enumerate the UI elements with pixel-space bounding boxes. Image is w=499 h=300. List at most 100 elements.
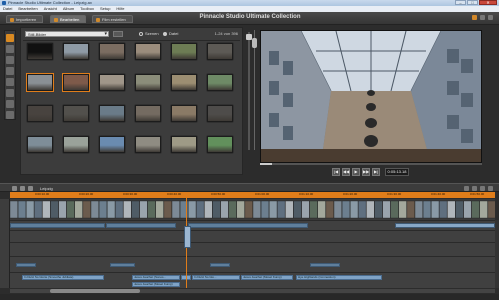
sound-effect-clip[interactable] xyxy=(210,263,230,267)
video-clip-frame[interactable] xyxy=(106,200,116,219)
video-clip-frame[interactable] xyxy=(26,200,35,219)
audio-track-header[interactable] xyxy=(0,230,10,242)
video-clip-frame[interactable] xyxy=(325,200,334,219)
video-clip-frame[interactable] xyxy=(431,200,440,219)
audio-toolbox-icon[interactable] xyxy=(480,186,485,191)
transitions-icon[interactable] xyxy=(6,45,14,53)
library-thumbnail[interactable] xyxy=(63,136,89,153)
video-clip-frame[interactable] xyxy=(228,200,237,219)
library-thumbnail[interactable] xyxy=(62,73,90,92)
still-images-icon[interactable] xyxy=(6,67,14,75)
video-clip-frame[interactable] xyxy=(358,200,367,219)
sound-effect-clip[interactable] xyxy=(110,263,135,267)
video-clip-frame[interactable] xyxy=(269,200,278,219)
music-clip[interactable]: In Dulci So Glorie (Smoothe Jubilate) xyxy=(22,275,104,280)
tab-edit[interactable]: Bearbeiten xyxy=(50,15,87,23)
library-thumbnail[interactable] xyxy=(27,105,53,122)
library-thumbnail[interactable] xyxy=(171,74,197,91)
video-clip-frame[interactable] xyxy=(90,200,100,219)
timeline-scrollbar[interactable] xyxy=(10,289,495,293)
video-toolbox-icon[interactable] xyxy=(488,186,493,191)
album-scrollbar[interactable] xyxy=(252,30,257,150)
video-clip-frame[interactable] xyxy=(487,200,496,219)
video-clip-frame[interactable] xyxy=(333,200,343,219)
library-thumbnail[interactable] xyxy=(207,136,233,153)
video-clip-frame[interactable] xyxy=(220,200,229,219)
library-thumbnail[interactable] xyxy=(26,73,54,92)
sound-effects-track-header[interactable] xyxy=(0,256,10,272)
video-clip-frame[interactable] xyxy=(82,200,91,219)
music-clip[interactable]: Hye Highlands (Connestion) xyxy=(296,275,382,280)
fullscreen-icon[interactable] xyxy=(488,15,493,20)
rewind-button[interactable]: ◀◀ xyxy=(342,168,350,176)
video-clip-frame[interactable] xyxy=(317,200,326,219)
video-clip-frame[interactable] xyxy=(50,200,59,219)
video-clip-frame[interactable] xyxy=(382,200,391,219)
library-thumbnail[interactable] xyxy=(171,136,197,153)
library-thumbnail[interactable] xyxy=(207,43,233,60)
tab-import[interactable]: Importieren xyxy=(6,15,44,23)
settings-icon[interactable] xyxy=(480,15,485,20)
library-thumbnail[interactable] xyxy=(171,105,197,122)
music-clip[interactable]: Jesus Jauchet (Mosel Kump) xyxy=(241,275,293,280)
timeline-view-icon[interactable] xyxy=(20,186,25,191)
library-thumbnail[interactable] xyxy=(171,43,197,60)
library-thumbnail[interactable] xyxy=(135,43,161,60)
video-clip-frame[interactable] xyxy=(212,200,221,219)
video-clip-frame[interactable] xyxy=(236,200,245,219)
overlay-track-header[interactable] xyxy=(0,242,10,256)
video-clip-frame[interactable] xyxy=(447,200,456,219)
video-clip-frame[interactable] xyxy=(196,200,205,219)
timecode-display[interactable]: 0:05:13.18 xyxy=(385,168,409,176)
storyboard-view-icon[interactable] xyxy=(12,186,17,191)
library-thumbnail[interactable] xyxy=(135,105,161,122)
folder-browse-button[interactable] xyxy=(113,31,123,37)
video-clip-frame[interactable] xyxy=(74,200,83,219)
folder-select[interactable]: Still-Bilder xyxy=(25,31,109,37)
library-thumbnail[interactable] xyxy=(27,43,53,60)
maximize-button[interactable]: □ xyxy=(467,0,478,5)
delete-icon[interactable] xyxy=(472,186,477,191)
disc-menus-icon[interactable] xyxy=(6,78,14,86)
video-clip-frame[interactable] xyxy=(34,200,43,219)
video-clip-frame[interactable] xyxy=(374,200,383,219)
video-clip-frame[interactable] xyxy=(66,200,75,219)
filter-file-radio[interactable] xyxy=(163,32,167,36)
library-thumbnail[interactable] xyxy=(63,105,89,122)
overlay-clip[interactable] xyxy=(106,223,176,228)
library-thumbnail[interactable] xyxy=(207,105,233,122)
video-clip-frame[interactable] xyxy=(9,200,19,219)
music-track[interactable]: In Dulci So Glorie (Smoothe Jubilate) Je… xyxy=(10,272,495,288)
overlay-clip[interactable] xyxy=(188,223,308,228)
video-clip-frame[interactable] xyxy=(260,200,270,219)
sound-effect-clip[interactable] xyxy=(310,263,340,267)
text-view-icon[interactable] xyxy=(28,186,33,191)
player-scrubber[interactable] xyxy=(260,163,482,165)
video-clip-frame[interactable] xyxy=(42,200,51,219)
library-thumbnail[interactable] xyxy=(99,43,125,60)
time-ruler[interactable]: 0:00:10.00 0:00:20.00 0:00:30.00 0:00:40… xyxy=(10,192,495,198)
video-track[interactable] xyxy=(9,199,496,220)
video-clip-frame[interactable] xyxy=(439,200,448,219)
library-thumbnail[interactable] xyxy=(135,74,161,91)
music-clip[interactable]: Jesus Jauchet (Sonos... xyxy=(132,275,180,280)
library-thumbnail[interactable] xyxy=(63,43,89,60)
music-clip-secondary[interactable]: Jesus Jauchet (Mosel Kump) xyxy=(132,282,180,287)
video-clip-frame[interactable] xyxy=(293,200,302,219)
razor-icon[interactable] xyxy=(464,186,469,191)
video-clip-frame[interactable] xyxy=(252,200,262,219)
effects-icon[interactable] xyxy=(6,111,14,119)
overlay-track[interactable] xyxy=(10,242,495,256)
library-thumbnail[interactable] xyxy=(207,74,233,91)
video-clip-frame[interactable] xyxy=(277,200,286,219)
music-clip[interactable]: In Dulci So Glo... xyxy=(192,275,240,280)
play-button[interactable]: ▶ xyxy=(352,168,360,176)
filter-scenes-radio[interactable] xyxy=(139,32,143,36)
video-clip-frame[interactable] xyxy=(366,200,375,219)
titles-icon[interactable] xyxy=(6,56,14,64)
video-clip-frame[interactable] xyxy=(455,200,464,219)
video-clip-frame[interactable] xyxy=(341,200,351,219)
playhead-handle[interactable] xyxy=(184,226,191,248)
video-clip-frame[interactable] xyxy=(414,200,424,219)
video-clip-frame[interactable] xyxy=(285,200,294,219)
